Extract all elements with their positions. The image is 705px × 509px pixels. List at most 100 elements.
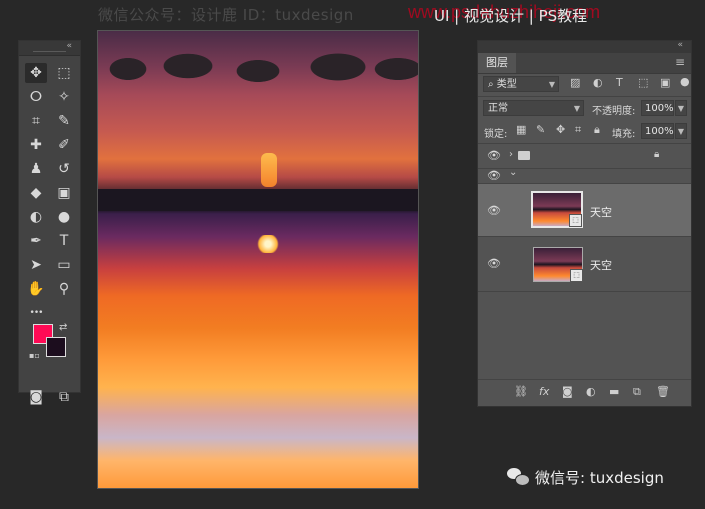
lock-icon: 🔒︎ <box>654 149 660 160</box>
new-group-icon[interactable]: ▬ <box>609 385 619 398</box>
opacity-dropdown[interactable]: ▼ <box>675 100 687 116</box>
hand-tool-icon[interactable]: ✋ <box>25 279 47 299</box>
gradient-tool-icon[interactable]: ▣ <box>53 183 75 203</box>
collapse-icon[interactable]: « <box>677 40 683 50</box>
layers-panel-header[interactable]: « <box>478 40 691 53</box>
path-selection-tool-icon[interactable]: ➤ <box>25 255 47 275</box>
tools-panel-header[interactable]: « <box>19 41 80 56</box>
clone-stamp-tool-icon[interactable]: ♟ <box>25 159 47 179</box>
document-canvas[interactable] <box>97 30 419 489</box>
layer-row-selected[interactable]: 👁︎ ⬚ 天空 <box>478 184 691 237</box>
layer-name[interactable]: 天空 <box>590 257 612 273</box>
fx-icon[interactable]: fx <box>539 385 549 398</box>
filter-toggle-icon[interactable]: ● <box>680 75 690 88</box>
pixel-filter-icon[interactable]: ▨ <box>570 76 580 89</box>
collapse-icon[interactable]: « <box>66 41 72 51</box>
layer-filter-row: ⌕ 类型 ▼ ▨ ◐ T ⬚ ▣ ● <box>478 73 691 95</box>
visibility-eye-icon[interactable]: 👁︎ <box>487 149 501 162</box>
visibility-eye-icon[interactable]: 👁︎ <box>487 169 501 182</box>
blend-mode-value: 正常 <box>488 103 508 114</box>
blend-mode-select[interactable]: 正常 ▼ <box>483 100 584 116</box>
pen-tool-icon[interactable]: ✒ <box>25 231 47 251</box>
layer-group-row[interactable]: 👁︎ › 🔒︎ <box>478 144 691 169</box>
quick-mask-icon[interactable]: ◙ <box>25 387 47 407</box>
move-tool-icon[interactable]: ✥ <box>25 63 47 83</box>
dodge-tool-icon[interactable]: ● <box>53 207 75 227</box>
tab-layers[interactable]: 图层 <box>478 53 516 73</box>
lock-all-icon[interactable]: 🔒︎ <box>594 123 600 137</box>
visibility-eye-icon[interactable]: 👁︎ <box>487 204 501 217</box>
chevron-down-icon: ▼ <box>573 104 580 113</box>
layer-name[interactable]: 天空 <box>590 204 612 220</box>
marquee-tool-icon[interactable]: ⬚ <box>53 63 75 83</box>
shape-filter-icon[interactable]: ⬚ <box>638 76 648 89</box>
eyedropper-tool-icon[interactable]: ✎ <box>53 111 75 131</box>
crop-tool-icon[interactable]: ⌗ <box>25 111 47 131</box>
layer-row[interactable]: 👁︎ ⬚ 天空 <box>478 237 691 292</box>
blur-tool-icon[interactable]: ◐ <box>25 207 47 227</box>
search-icon: ⌕ <box>488 79 497 90</box>
watermark-title: UI | 视觉设计 | PS教程 <box>434 7 588 25</box>
wechat-watermark: 微信号: tuxdesign <box>507 466 664 488</box>
link-layers-icon[interactable]: ⛓︎ <box>514 385 528 398</box>
layer-thumbnail[interactable]: ⬚ <box>531 191 583 228</box>
screen-mode-icon[interactable]: ⧉ <box>53 387 75 407</box>
layer-group-row-expanded[interactable]: 👁︎ ⌄ <box>478 167 691 184</box>
trash-icon[interactable]: 🗑︎ <box>656 385 670 398</box>
lasso-tool-icon[interactable]: ⵔ <box>25 87 47 107</box>
fill-label: 填充: <box>612 129 636 140</box>
blend-row: 正常 ▼ 不透明度: 100% ▼ <box>478 97 691 119</box>
lock-row: 锁定: ▦ ✎ ✥ ⌗ 🔒︎ 填充: 100% ▼ <box>478 120 691 142</box>
visibility-eye-icon[interactable]: 👁︎ <box>487 257 501 270</box>
brush-tool-icon[interactable]: ✐ <box>53 135 75 155</box>
lock-transparent-icon[interactable]: ▦ <box>516 123 526 136</box>
type-filter-icon[interactable]: T <box>616 76 623 89</box>
add-mask-icon[interactable]: ◙ <box>562 385 573 398</box>
swap-colors-icon[interactable]: ⇄ <box>59 322 67 333</box>
lock-position-icon[interactable]: ✥ <box>556 123 565 136</box>
healing-brush-tool-icon[interactable]: ✚ <box>25 135 47 155</box>
layers-tabbar: 图层 ≡ <box>478 53 691 74</box>
shape-tool-icon[interactable]: ▭ <box>53 255 75 275</box>
wechat-id-text: 微信号: tuxdesign <box>535 468 664 487</box>
sun-reflection <box>261 153 277 187</box>
fill-dropdown[interactable]: ▼ <box>675 123 687 139</box>
type-tool-icon[interactable]: T <box>53 231 75 251</box>
watermark-text-top: 微信公众号：设计鹿 ID：tuxdesign <box>98 6 354 24</box>
smart-object-filter-icon[interactable]: ▣ <box>660 76 670 89</box>
zoom-tool-icon[interactable]: ⚲ <box>53 279 75 299</box>
lock-artboard-icon[interactable]: ⌗ <box>575 123 581 137</box>
opacity-label: 不透明度: <box>592 106 636 117</box>
tree-silhouettes <box>98 31 418 141</box>
eraser-tool-icon[interactable]: ◆ <box>25 183 47 203</box>
default-colors-icon[interactable]: ▪▫ <box>29 351 40 360</box>
horizon-band <box>98 189 418 211</box>
folder-icon <box>518 151 530 160</box>
background-color-swatch[interactable] <box>46 337 66 357</box>
panel-menu-icon[interactable]: ≡ <box>675 55 685 69</box>
adjustment-filter-icon[interactable]: ◐ <box>593 76 603 89</box>
layers-panel: « 图层 ≡ ⌕ 类型 ▼ ▨ ◐ T ⬚ ▣ ● 正常 ▼ 不透明度: 100… <box>477 40 692 407</box>
magic-wand-tool-icon[interactable]: ✧ <box>53 87 75 107</box>
smart-object-badge-icon: ⬚ <box>570 269 583 282</box>
lock-image-icon[interactable]: ✎ <box>536 123 545 136</box>
sun <box>256 235 280 253</box>
more-tools-icon[interactable]: ••• <box>25 303 47 323</box>
layers-panel-footer: ⛓︎ fx ◙ ◐ ▬ ⧉ 🗑︎ <box>478 379 691 406</box>
fill-field[interactable]: 100% <box>641 123 674 139</box>
opacity-field[interactable]: 100% <box>641 100 674 116</box>
layer-thumbnail[interactable]: ⬚ <box>533 247 583 282</box>
smart-object-badge-icon: ⬚ <box>569 214 582 227</box>
tools-panel: « ✥ ⬚ ⵔ ✧ ⌗ ✎ ✚ ✐ ♟ ↺ ◆ ▣ ◐ ● ✒ T ➤ ▭ ✋ ⚲ ••• ◙ ⧉ ⇄ ▪▫ <box>18 40 81 405</box>
chevron-down-icon[interactable]: ⌄ <box>509 167 517 178</box>
wechat-icon <box>507 467 530 487</box>
history-brush-tool-icon[interactable]: ↺ <box>53 159 75 179</box>
panel-grip[interactable] <box>33 51 66 52</box>
chevron-down-icon: ▼ <box>548 80 555 89</box>
chevron-right-icon[interactable]: › <box>509 149 513 160</box>
adjustment-layer-icon[interactable]: ◐ <box>586 385 596 398</box>
lock-label: 锁定: <box>484 129 508 140</box>
layer-filter-select[interactable]: ⌕ 类型 ▼ <box>483 76 559 92</box>
filter-select-value: 类型 <box>496 79 517 90</box>
new-layer-icon[interactable]: ⧉ <box>633 385 641 399</box>
